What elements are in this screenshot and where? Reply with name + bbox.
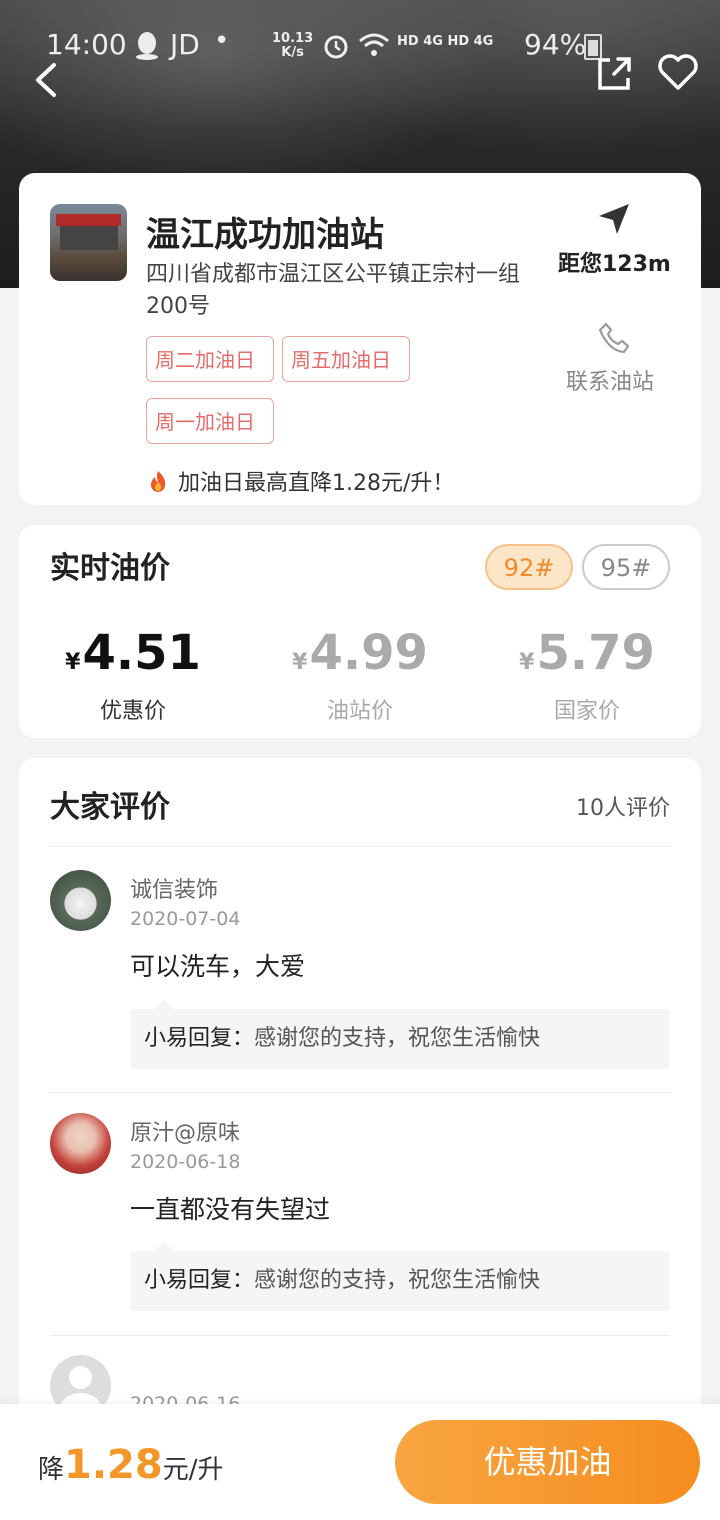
station-thumbnail[interactable] (50, 204, 127, 281)
discount-price: ¥4.51 优惠价 (33, 625, 233, 725)
status-time: 14:00 (46, 28, 127, 61)
phone-icon[interactable] (597, 321, 631, 355)
network-indicator: HD 4G HD 4G (397, 34, 494, 49)
price-value: 4.99 (309, 625, 428, 681)
speed-value: 10.13 (272, 31, 314, 46)
reviewer-name: 原汁@原味 (130, 1121, 241, 1146)
refuel-day-tag: 周五加油日 (282, 336, 410, 382)
status-dot: • (214, 26, 230, 56)
currency-symbol: ¥ (65, 650, 81, 675)
savings-unit: 元/升 (162, 1455, 224, 1485)
divider (50, 1335, 670, 1336)
grade-92-chip[interactable]: 92# (485, 544, 573, 590)
review-text: 一直都没有失望过 (130, 1195, 331, 1224)
reviews-section-title: 大家评价 (50, 790, 170, 825)
wifi-icon (358, 32, 390, 65)
merchant-reply: 小易回复：感谢您的支持，祝您生活愉快 (130, 1241, 670, 1311)
distance-label[interactable]: 距您123m (558, 246, 671, 278)
back-icon[interactable] (30, 62, 66, 98)
currency-symbol: ¥ (519, 650, 535, 675)
currency-symbol: ¥ (292, 650, 308, 675)
realtime-price-card: 实时油价 92# 95# ¥4.51 优惠价 ¥4.99 油站价 ¥5.79 国… (19, 525, 701, 738)
navigation-arrow-icon[interactable] (596, 201, 632, 237)
avatar[interactable] (50, 870, 111, 931)
review-date: 2020-07-04 (130, 908, 241, 930)
reply-author: 小易回复： (144, 1026, 255, 1051)
thumbnail-roof (56, 214, 121, 226)
alarm-icon (322, 32, 350, 67)
refuel-day-tag: 周一加油日 (146, 398, 274, 444)
promo-line: 加油日最高直降1.28元/升！ (146, 465, 454, 497)
station-address: 四川省成都市温江区公平镇正宗村一组200号 (146, 262, 521, 319)
reply-text: 感谢您的支持，祝您生活愉快 (254, 1026, 541, 1051)
price-label: 油站价 (326, 699, 393, 724)
share-icon[interactable] (594, 54, 634, 94)
divider (50, 846, 670, 847)
price-section-title: 实时油价 (50, 551, 170, 586)
grade-95-chip[interactable]: 95# (582, 544, 670, 590)
discount-refuel-button[interactable]: 优惠加油 (395, 1420, 700, 1504)
price-value: 5.79 (536, 625, 655, 681)
review-count[interactable]: 10人评价 (576, 790, 670, 822)
station-price: ¥4.99 油站价 (260, 625, 460, 725)
review-text: 可以洗车，大爱 (130, 952, 306, 981)
contact-station-button[interactable]: 联系油站 (566, 364, 654, 396)
savings-summary: 降1.28元/升 (38, 1442, 223, 1488)
reviewer-name: 诚信装饰 (130, 878, 219, 903)
divider (50, 1092, 670, 1093)
promo-text: 加油日最高直降1.28元/升！ (178, 471, 455, 496)
status-app-jd: JD (170, 28, 200, 61)
national-price: ¥5.79 国家价 (487, 625, 687, 725)
favorite-heart-icon[interactable] (656, 52, 700, 92)
reply-text: 感谢您的支持，祝您生活愉快 (254, 1268, 541, 1293)
merchant-reply: 小易回复：感谢您的支持，祝您生活愉快 (130, 999, 670, 1069)
reply-author: 小易回复： (144, 1268, 255, 1293)
station-name: 温江成功加油站 (146, 215, 384, 255)
battery-percent: 94% (524, 28, 587, 61)
savings-prefix: 降 (38, 1455, 65, 1485)
reviews-card: 大家评价 10人评价 诚信装饰 2020-07-04 可以洗车，大爱 小易回复：… (19, 758, 701, 1458)
price-value: 4.51 (82, 625, 201, 681)
speed-unit: K/s (281, 45, 304, 60)
fire-icon (146, 470, 170, 494)
savings-amount: 1.28 (64, 1442, 163, 1488)
bottom-action-bar: 降1.28元/升 优惠加油 (0, 1404, 720, 1520)
network-speed: 10.13 K/s (272, 32, 313, 60)
review-date: 2020-06-18 (130, 1151, 241, 1173)
station-info-card: 温江成功加油站 四川省成都市温江区公平镇正宗村一组200号 距您123m 联系油… (19, 173, 701, 505)
qq-icon (133, 30, 161, 67)
avatar[interactable] (50, 1113, 111, 1174)
price-label: 优惠价 (99, 699, 166, 724)
refuel-day-tag: 周二加油日 (146, 336, 274, 382)
price-label: 国家价 (553, 699, 620, 724)
thumbnail-canopy (60, 226, 118, 250)
